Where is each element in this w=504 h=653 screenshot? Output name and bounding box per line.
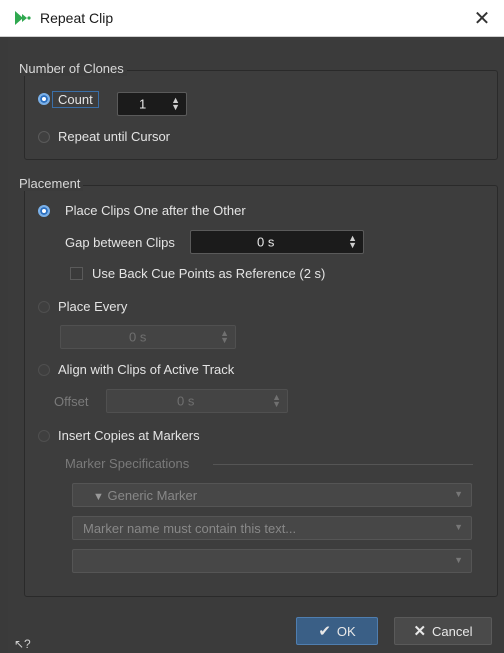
clones-group-title: Number of Clones: [16, 61, 127, 76]
gap-label: Gap between Clips: [65, 235, 175, 250]
gap-stepper[interactable]: 0 s ▲ ▼: [190, 230, 364, 254]
count-stepper[interactable]: 1 ▲ ▼: [117, 92, 187, 116]
dropdown-arrow-icon: ▼: [454, 522, 463, 532]
offset-stepper[interactable]: 0 s ▲ ▼: [106, 389, 288, 413]
marker-triangle-icon: ▼: [93, 491, 104, 503]
marker-type-text: Generic Marker: [107, 488, 198, 503]
dialog-body: Number of Clones Count 1 ▲ ▼ Repeat until…: [8, 37, 504, 653]
stepper-arrows-icon[interactable]: ▲ ▼: [220, 329, 229, 345]
marker-spec-divider: [213, 464, 473, 465]
stepper-arrows-icon[interactable]: ▲ ▼: [348, 234, 357, 250]
marker-name-placeholder: Marker name must contain this text...: [83, 521, 297, 536]
help-cursor-icon[interactable]: ↖?: [14, 637, 31, 651]
close-button[interactable]: ✕: [460, 0, 504, 36]
window-title: Repeat Clip: [40, 10, 114, 26]
marker-third-select[interactable]: ▼: [72, 549, 472, 573]
place-every-value: 0 s: [129, 329, 147, 345]
dropdown-arrow-icon: ▼: [454, 555, 463, 565]
repeat-until-cursor-label[interactable]: Repeat until Cursor: [58, 129, 170, 144]
marker-name-field[interactable]: Marker name must contain this text... ▼: [72, 516, 472, 540]
marker-type-select[interactable]: ▼ Generic Marker ▼: [72, 483, 472, 507]
back-cue-label[interactable]: Use Back Cue Points as Reference (2 s): [92, 266, 325, 281]
back-cue-checkbox[interactable]: [70, 267, 83, 280]
clones-group: [24, 70, 498, 160]
placement-group-title: Placement: [16, 176, 84, 191]
one-after-other-label[interactable]: Place Clips One after the Other: [65, 203, 246, 218]
insert-at-markers-radio[interactable]: [38, 430, 50, 442]
marker-type-value: ▼ Generic Marker: [93, 488, 197, 503]
offset-value: 0 s: [177, 393, 195, 409]
count-radio[interactable]: [38, 93, 50, 105]
app-logo-icon: [15, 11, 31, 25]
stepper-arrows-icon[interactable]: ▲ ▼: [171, 96, 180, 112]
count-label[interactable]: Count: [52, 91, 99, 108]
repeat-until-cursor-radio[interactable]: [38, 131, 50, 143]
offset-label: Offset: [54, 394, 89, 409]
place-every-label[interactable]: Place Every: [58, 299, 127, 314]
place-every-stepper[interactable]: 0 s ▲ ▼: [60, 325, 236, 349]
marker-spec-title: Marker Specifications: [65, 456, 190, 471]
title-bar: Repeat Clip ✕: [0, 0, 504, 37]
close-x-icon: ✕: [413, 623, 427, 640]
count-value: 1: [139, 96, 147, 112]
place-every-radio[interactable]: [38, 301, 50, 313]
ok-button[interactable]: ✔ OK: [296, 617, 378, 645]
align-clips-radio[interactable]: [38, 364, 50, 376]
stepper-arrows-icon[interactable]: ▲ ▼: [272, 393, 281, 409]
dropdown-arrow-icon: ▼: [454, 489, 463, 499]
checkmark-icon: ✔: [318, 623, 331, 640]
one-after-other-radio[interactable]: [38, 205, 50, 217]
cancel-button[interactable]: ✕ Cancel: [394, 617, 492, 645]
align-clips-label[interactable]: Align with Clips of Active Track: [58, 362, 234, 377]
cancel-label: Cancel: [432, 623, 473, 639]
insert-at-markers-label[interactable]: Insert Copies at Markers: [58, 428, 200, 443]
gap-value: 0 s: [257, 234, 275, 250]
ok-label: OK: [336, 623, 356, 639]
